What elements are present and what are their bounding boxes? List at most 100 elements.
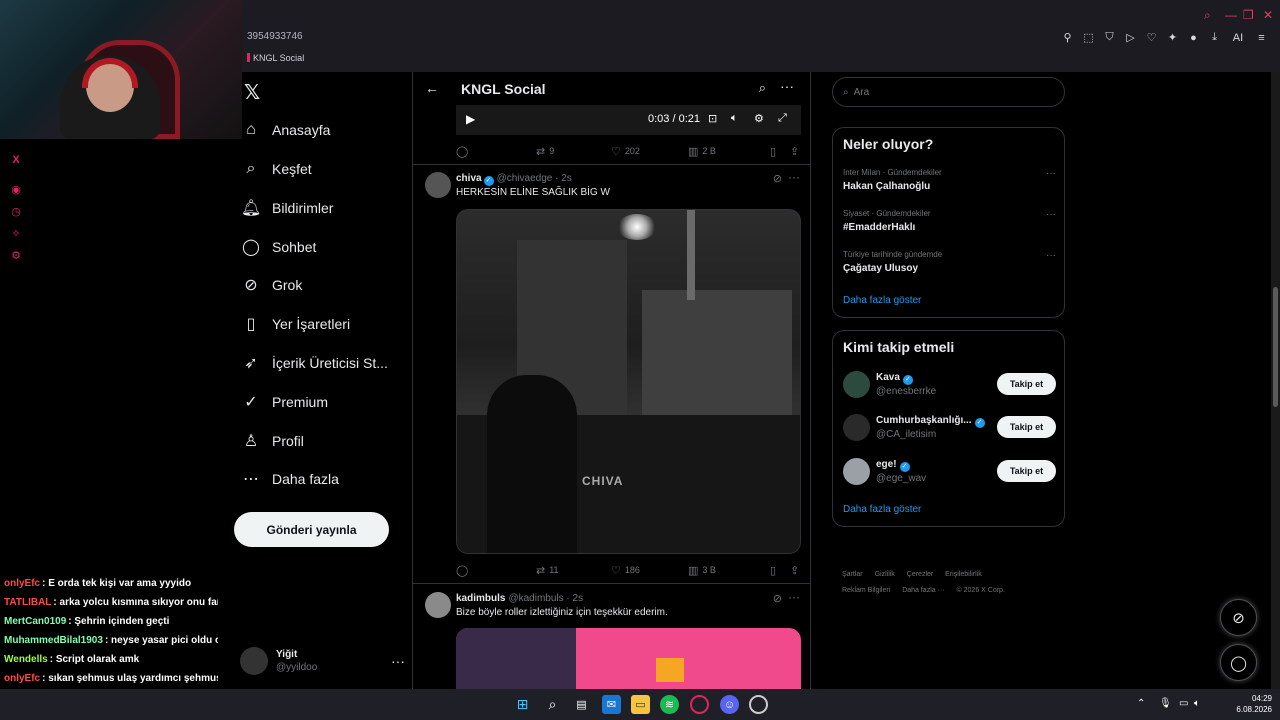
shield-icon[interactable]: ⛉ [1103,31,1116,44]
grok-icon[interactable]: ⊘ [773,592,782,605]
nav-item[interactable]: ✓ Premium [242,387,328,417]
footer-link[interactable]: Şartlar [842,571,863,578]
chat-username[interactable]: TATLIBAL [4,597,51,608]
tweet-video[interactable] [456,628,801,689]
like-button[interactable]: ♡ 202 [611,145,688,158]
nav-item[interactable]: ⌕ Keşfet [242,154,312,184]
close-icon[interactable]: ✕ [1263,8,1273,22]
who-show-more[interactable]: Daha fazla göster [843,504,921,515]
nav-item[interactable]: ♙ Profil [242,426,304,456]
restore-icon[interactable]: ❐ [1243,8,1254,22]
menu-icon[interactable]: ≡ [1255,31,1268,44]
author-name[interactable]: kadimbuls [456,593,505,604]
more-icon[interactable]: ··· [780,78,794,94]
chat-username[interactable]: MuhammedBilal1903 [4,635,103,646]
x-logo-icon[interactable]: 𝕏 [244,80,260,105]
views-button[interactable]: ▥ 3 B [688,564,770,577]
chat-username[interactable]: MertCan0109 [4,616,66,627]
pin-icon[interactable]: ⚲ [1061,31,1074,44]
account-switcher[interactable]: Yiğit @yyildoo ··· [240,641,405,681]
follow-button[interactable]: Takip et [997,460,1056,482]
views-button[interactable]: ▥ 2 B [688,145,770,158]
windows-start-icon[interactable]: ⊞ [513,695,532,714]
reply-button[interactable]: ◯ [456,564,536,577]
nav-item[interactable]: ⋯ Daha fazla [242,464,339,494]
search-icon[interactable]: ⌕ [759,80,766,96]
nav-item[interactable]: ⌂ Anasayfa [242,115,330,145]
browser-search-icon[interactable]: ⌕ [1204,8,1211,23]
avatar[interactable] [425,172,451,198]
heart-icon[interactable]: ♡ [1145,31,1158,44]
more-icon[interactable]: ··· [391,653,405,669]
search-icon[interactable]: ⌕ [543,695,562,714]
store-icon[interactable]: ▤ [572,695,591,714]
author-name[interactable]: chiva [456,173,482,184]
messages-fab-icon[interactable]: ◯ [1220,644,1257,681]
more-icon[interactable]: ··· [788,590,800,604]
like-button[interactable]: ♡ 186 [611,564,688,577]
play-button[interactable]: ▶ [466,112,475,126]
search-box[interactable]: ⌕ [832,77,1065,107]
ai-icon[interactable]: AI [1229,31,1247,44]
trend-item[interactable]: Türkiye tarihinde gündemde Çağatay Uluso… [843,250,1056,280]
nav-item[interactable]: ◯ Sohbet [242,232,316,262]
network-icon[interactable]: ▭ [1179,698,1188,709]
bookmark-button[interactable]: ▯ [770,564,790,577]
mic-icon[interactable]: 🎙︎ [1159,698,1172,709]
avatar[interactable] [425,592,451,618]
nav-item[interactable]: ⊘ Grok [242,270,302,300]
chat-username[interactable]: onlyEfc [4,673,40,684]
follow-suggestion[interactable]: Kava ✓ @enesberrke Takip et [843,371,1056,401]
grok-icon[interactable]: ⊘ [773,172,782,185]
follow-suggestion[interactable]: ege! ✓ @ege_wav Takip et [843,458,1056,488]
browser-tab-title[interactable]: KNGL Social [247,53,304,63]
download-icon[interactable]: ⤓ [1208,31,1221,44]
more-icon[interactable]: ··· [1046,168,1056,179]
chat-username[interactable]: Wendells [4,654,48,665]
post-button[interactable]: Gönderi yayınla [234,512,389,547]
back-arrow-icon[interactable]: ← [425,80,439,96]
address-bar-text[interactable]: 3954933746 [247,31,303,42]
record-icon[interactable]: ◉ [9,183,23,197]
follow-button[interactable]: Takip et [997,373,1056,395]
nav-item[interactable]: ▯ Yer İşaretleri [242,309,350,339]
search-input[interactable] [853,86,1034,98]
puzzle-icon[interactable]: ✧ [9,227,23,241]
footer-link[interactable]: Erişilebilirlik [945,571,982,578]
tweet-video[interactable]: CHIVA [456,209,801,554]
minimize-icon[interactable]: — [1225,8,1237,22]
settings-icon[interactable]: ⚙ [9,249,23,263]
share-button[interactable]: ⇪ [790,145,799,158]
chat-username[interactable]: onlyEfc [4,578,40,589]
screenshot-icon[interactable]: ⬚ [1082,31,1095,44]
chevron-up-icon[interactable]: ⌃ [1137,698,1145,709]
grok-fab-icon[interactable]: ⊘ [1220,599,1257,636]
outlook-icon[interactable]: ✉ [602,695,621,714]
volume-icon[interactable]: 🔈︎ [1194,698,1200,709]
fullscreen-icon[interactable]: ⤢ [778,112,787,125]
repost-button[interactable]: ⇄ 9 [536,145,611,158]
volume-icon[interactable]: 🔈︎ [731,112,738,125]
folder-icon[interactable]: ▭ [631,695,650,714]
footer-link[interactable]: Reklam Bilgileri [842,587,890,594]
follow-suggestion[interactable]: Cumhurbaşkanlığı... ✓ @CA_iletisim Takip … [843,414,1056,444]
discord-icon[interactable]: ☺ [720,695,739,714]
clock-icon[interactable]: ◷ [9,205,23,219]
extensions-icon[interactable]: ✦ [1166,31,1179,44]
scrollbar-thumb[interactable] [1273,287,1278,407]
follow-button[interactable]: Takip et [997,416,1056,438]
clock[interactable]: 04:29 6.08.2026 [1236,693,1272,715]
play-icon[interactable]: ▷ [1124,31,1137,44]
trends-show-more[interactable]: Daha fazla göster [843,295,921,306]
account-icon[interactable]: ● [1187,31,1200,44]
more-icon[interactable]: ··· [1046,209,1056,220]
more-icon[interactable]: ··· [788,170,800,184]
nav-item[interactable]: ➶ İçerik Üreticisi St... [242,348,388,378]
footer-link[interactable]: Gizlilik [875,571,895,578]
spotify-icon[interactable]: ≋ [660,695,679,714]
footer-link[interactable]: Çerezler [907,571,933,578]
opera-gx-icon[interactable] [690,695,709,714]
repost-button[interactable]: ⇄ 11 [536,564,611,577]
trend-item[interactable]: Siyaset · Gündemdekiler #EmadderHaklı ··… [843,209,1056,239]
captions-icon[interactable]: ⊡ [708,112,717,125]
